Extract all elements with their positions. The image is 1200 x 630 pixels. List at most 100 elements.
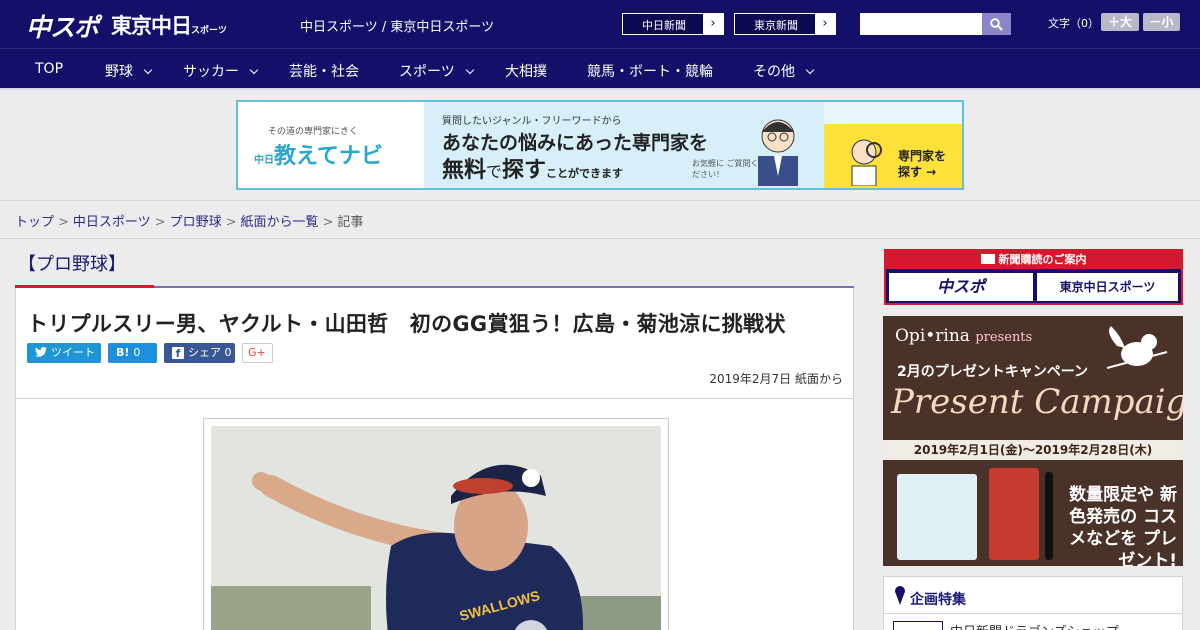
chevron-down-icon (249, 65, 259, 75)
nav-label: 競馬・ボート・競輪 (587, 64, 713, 80)
nav-item-racing[interactable]: 競馬・ボート・競輪 (587, 61, 713, 81)
dragons-shop-thumbnail[interactable] (893, 621, 943, 630)
search-icon (990, 18, 1003, 31)
nav-label: 大相撲 (505, 64, 547, 80)
nav-item-other[interactable]: その他 (753, 61, 815, 81)
nav-label: その他 (753, 64, 795, 80)
article-date: 2019年2月7日 紙面から (709, 372, 843, 386)
search-input[interactable] (860, 13, 982, 35)
chuspo-logo[interactable]: 中スポ (26, 8, 99, 44)
nav-item-entertainment[interactable]: 芸能・社会 (289, 61, 359, 81)
tweet-button[interactable]: ツイート (27, 343, 101, 363)
cupid-icon (1106, 326, 1168, 369)
tweet-label: ツイート (51, 346, 95, 359)
chevron-down-icon (805, 65, 815, 75)
ad-brand-name: 中日教えてナビ (254, 138, 383, 170)
features-title: 企画特集 (910, 592, 966, 608)
chevron-right-icon: › (703, 14, 723, 34)
product-eyeliner-image (1045, 472, 1053, 560)
font-decrease-button[interactable]: －小 (1143, 13, 1180, 31)
breadcrumb-bar: トップ > 中日スポーツ > プロ野球 > 紙面から一覧 > 記事 (0, 200, 1200, 239)
nav-item-sports[interactable]: スポーツ (399, 61, 474, 81)
breadcrumb-top[interactable]: トップ (15, 215, 54, 230)
breadcrumb-pro-baseball[interactable]: プロ野球 (170, 215, 222, 230)
nav-label: サッカー (183, 64, 239, 80)
font-increase-button[interactable]: ＋大 (1101, 13, 1139, 31)
subscription-title: 新聞購読のご案内 (886, 251, 1181, 269)
product-tattoo-image (989, 468, 1039, 560)
paper-button-label: 中日新聞 (642, 19, 686, 32)
google-plus-button[interactable]: G+ (242, 343, 273, 363)
article-photo[interactable]: SWALLOWS (211, 426, 661, 630)
facebook-label: シェア (188, 346, 221, 359)
article-headline: トリプルスリー男、ヤクルト・山田哲 初のGG賞狙う！広島・菊池涼に挑戦状 (27, 312, 786, 336)
nav-label: スポーツ (399, 64, 455, 80)
ad-line3-de: で (486, 162, 503, 181)
features-divider (884, 613, 1182, 614)
chevron-right-icon: › (815, 14, 835, 34)
ad-line3-search: 探す (502, 158, 547, 183)
subscription-box: 新聞購読のご案内 中スポ 東京中日スポーツ (884, 249, 1183, 305)
nav-item-top[interactable]: TOP (35, 61, 63, 77)
ad-line3: 無料で探すことができます (442, 152, 623, 184)
ad-cta-text: 専門家を 探す → (898, 149, 947, 179)
ad-brand-suffix: presents (975, 330, 1033, 345)
ad-line2: あなたの悩みにあった専門家を (442, 132, 709, 154)
nav-item-baseball[interactable]: 野球 (105, 61, 153, 81)
nav-label: 野球 (105, 64, 133, 80)
twitter-icon (35, 346, 47, 357)
nav-label: 芸能・社会 (289, 64, 359, 80)
breadcrumb-current: 記事 (337, 215, 364, 230)
facebook-count: 0 (224, 346, 232, 359)
ad-brand-main: 教えてナビ (274, 144, 383, 169)
subscribe-chuspo-button[interactable]: 中スポ (889, 273, 1033, 301)
subscribe-tokyo-button[interactable]: 東京中日スポーツ (1037, 273, 1178, 301)
ad-campaign: 2月のプレゼントキャンペーン (897, 364, 1089, 380)
ad-tagline: その道の専門家にきく (268, 127, 359, 137)
article-photo-frame: SWALLOWS (203, 418, 669, 630)
hatena-bookmark-button[interactable]: B! 0 (108, 343, 157, 363)
tokyo-logo-small: スポーツ (191, 26, 227, 36)
magnifier-person-icon (851, 139, 882, 186)
hatena-count: 0 (133, 346, 141, 359)
features-item-dragons-shop[interactable]: 中日新聞ドラゴンズショップ (950, 621, 1119, 630)
ad-line3-free: 無料 (442, 158, 487, 183)
hatena-icon: B! (116, 346, 130, 359)
facebook-share-button[interactable]: f シェア 0 (164, 343, 235, 363)
tokyo-shimbun-button[interactable]: 東京新聞 › (734, 13, 836, 35)
product-bioderma-image (897, 474, 977, 560)
breadcrumb-chunichi-sports[interactable]: 中日スポーツ (73, 215, 151, 230)
ad-cta-area: 専門家を 探す → (824, 124, 962, 188)
site-links[interactable]: 中日スポーツ / 東京中日スポーツ (300, 16, 494, 35)
newspaper-icon (980, 254, 995, 264)
subscription-title-text: 新聞購読のご案内 (998, 253, 1087, 266)
search-button[interactable] (982, 13, 1011, 35)
chevron-down-icon (465, 65, 474, 75)
nav-divider (0, 88, 1200, 90)
article-header: トリプルスリー男、ヤクルト・山田哲 初のGG賞狙う！広島・菊池涼に挑戦状 ツイー… (15, 288, 854, 399)
ad-line1: 質問したいジャンル・フリーワードから (442, 116, 622, 127)
chunichi-shimbun-button[interactable]: 中日新聞 › (622, 13, 724, 35)
features-panel: 企画特集 中日新聞ドラゴンズショップ (883, 576, 1183, 630)
category-label: 【プロ野球】 (18, 254, 126, 275)
ad-brand: Opi•rina presents (895, 326, 1032, 346)
opirina-ad[interactable]: Opi•rina presents 2月のプレゼントキャンペーン Present… (883, 316, 1183, 566)
ad-brand-prefix: 中日 (254, 155, 274, 166)
paper-button-label: 東京新聞 (754, 19, 798, 32)
tokyo-chunichi-logo[interactable]: 東京中日スポーツ (111, 10, 227, 40)
ad-promo: 数量限定や 新色発売の コスメなどを プレゼント! (1069, 485, 1177, 566)
ad-brand-text: Opi•rina (895, 326, 970, 346)
baseball-player-photo: SWALLOWS (211, 426, 661, 630)
font-size-label: 文字（0） (1048, 17, 1099, 30)
oshiete-navi-ad[interactable]: その道の専門家にきく 中日教えてナビ 質問したいジャンル・フリーワードから あな… (236, 100, 964, 190)
tokyo-logo-text: 東京中日 (111, 14, 192, 38)
expert-illustration-icon (758, 119, 798, 186)
ad-present-campaign: Present Campaign (891, 382, 1183, 422)
ad-dates: 2019年2月1日(金)～2019年2月28日(木) (883, 440, 1183, 460)
nav-item-soccer[interactable]: サッカー (183, 61, 259, 81)
top-header: 中スポ 東京中日スポーツ 中日スポーツ / 東京中日スポーツ 中日新聞 › 東京… (0, 0, 1200, 48)
facebook-icon: f (172, 347, 184, 360)
breadcrumb-paper-list[interactable]: 紙面から一覧 (241, 215, 319, 230)
breadcrumb: トップ > 中日スポーツ > プロ野球 > 紙面から一覧 > 記事 (15, 215, 364, 230)
nav-item-sumo[interactable]: 大相撲 (505, 61, 547, 81)
